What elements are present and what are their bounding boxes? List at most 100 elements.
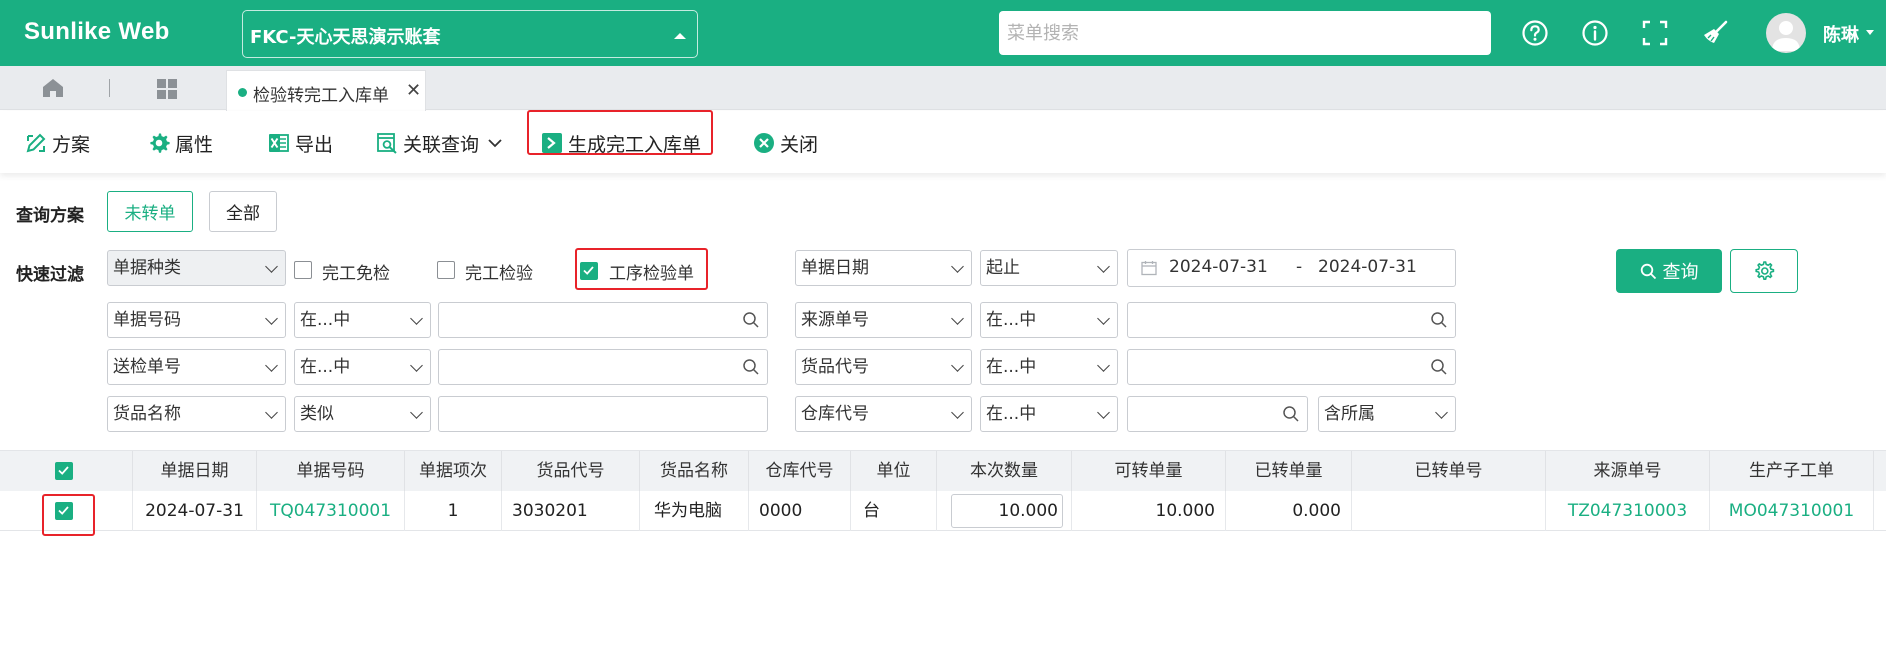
home-icon[interactable] bbox=[42, 78, 64, 98]
warehouse-code-input[interactable] bbox=[1127, 396, 1308, 432]
chevron-down-icon bbox=[1435, 406, 1448, 419]
filter-field-select[interactable]: 仓库代号 bbox=[795, 396, 972, 432]
search-icon[interactable] bbox=[1430, 311, 1448, 329]
column-header[interactable]: 已转单量 bbox=[1226, 451, 1352, 492]
help-icon[interactable] bbox=[1520, 18, 1550, 48]
date-mode-value: 起止 bbox=[986, 258, 1020, 278]
cell-doc-no-link[interactable]: TQ047310001 bbox=[257, 491, 405, 531]
fullscreen-icon[interactable] bbox=[1640, 18, 1670, 48]
highlight-box-process-inspection bbox=[575, 248, 708, 290]
column-header[interactable]: 单据日期 bbox=[133, 451, 257, 492]
filter-field-value: 送检单号 bbox=[113, 357, 181, 377]
qty-input[interactable]: 10.000 bbox=[951, 494, 1063, 528]
filter-operator-value: 在...中 bbox=[986, 404, 1037, 424]
highlight-box-generate bbox=[527, 110, 713, 155]
date-mode-select[interactable]: 起止 bbox=[980, 250, 1118, 286]
related-query-label: 关联查询 bbox=[403, 133, 480, 156]
column-header[interactable]: 仓库代号 bbox=[749, 451, 851, 492]
filter-field-value: 仓库代号 bbox=[801, 404, 869, 424]
search-icon[interactable] bbox=[742, 358, 760, 376]
app-logo[interactable]: Sunlike Web bbox=[24, 18, 170, 46]
filter-field-select[interactable]: 货品名称 bbox=[107, 396, 286, 432]
search-icon bbox=[1640, 263, 1656, 279]
column-header[interactable]: 货品名称 bbox=[640, 451, 749, 492]
product-code-input[interactable] bbox=[1127, 349, 1456, 385]
scheme-option-unconverted[interactable]: 未转单 bbox=[107, 191, 193, 232]
broom-icon[interactable] bbox=[1700, 18, 1730, 48]
filter-operator-select[interactable]: 类似 bbox=[294, 396, 431, 432]
chevron-down-icon bbox=[265, 312, 278, 325]
select-all-checkbox[interactable] bbox=[55, 462, 73, 480]
chevron-down-icon bbox=[1097, 406, 1110, 419]
filter-settings-button[interactable] bbox=[1730, 249, 1798, 293]
table-row[interactable]: 2024-07-31 TQ047310001 1 3030201 华为电脑 00… bbox=[0, 491, 1886, 531]
close-circle-icon bbox=[754, 133, 774, 153]
checkbox-completion-inspection[interactable] bbox=[437, 261, 455, 279]
scheme-option-all[interactable]: 全部 bbox=[209, 191, 277, 232]
cell-sub-order-link[interactable]: MO047310001 bbox=[1710, 491, 1874, 531]
query-button[interactable]: 查询 bbox=[1616, 249, 1722, 293]
check-icon bbox=[58, 466, 69, 475]
chevron-down-icon bbox=[410, 359, 423, 372]
user-avatar[interactable] bbox=[1766, 13, 1806, 53]
doc-no-input[interactable] bbox=[438, 302, 768, 338]
export-button[interactable]: 导出 bbox=[268, 129, 333, 157]
doc-type-select[interactable]: 单据种类 bbox=[107, 250, 286, 286]
date-range-picker[interactable]: 2024-07-31 - 2024-07-31 bbox=[1127, 249, 1456, 287]
active-dot-icon bbox=[238, 88, 247, 97]
inspection-no-input[interactable] bbox=[438, 349, 768, 385]
chevron-down-icon bbox=[951, 406, 964, 419]
gear-icon bbox=[1755, 261, 1775, 280]
column-header[interactable]: 可转单量 bbox=[1072, 451, 1226, 492]
filter-operator-value: 在...中 bbox=[986, 310, 1037, 330]
cell-source-no-link[interactable]: TZ047310003 bbox=[1546, 491, 1710, 531]
column-header[interactable]: 生产子工单 bbox=[1710, 451, 1874, 492]
column-header[interactable]: 单据号码 bbox=[257, 451, 405, 492]
column-header[interactable]: 单据项次 bbox=[405, 451, 502, 492]
column-header[interactable]: 货品代号 bbox=[502, 451, 640, 492]
chevron-down-icon bbox=[951, 359, 964, 372]
menu-search-input[interactable] bbox=[999, 11, 1491, 55]
tab-inspection-to-completion[interactable]: 检验转完工入库单 ✕ bbox=[226, 70, 426, 111]
user-name[interactable]: 陈琳 bbox=[1823, 21, 1859, 47]
scheme-button[interactable]: 方案 bbox=[25, 129, 90, 157]
date-from: 2024-07-31 bbox=[1169, 257, 1268, 277]
filter-operator-select[interactable]: 在...中 bbox=[294, 349, 431, 385]
product-name-input[interactable] bbox=[438, 396, 768, 432]
date-field-select[interactable]: 单据日期 bbox=[795, 250, 972, 286]
properties-button[interactable]: 属性 bbox=[148, 129, 213, 157]
include-subordinate-select[interactable]: 含所属 bbox=[1318, 396, 1456, 432]
checkbox-completion-exempt[interactable] bbox=[294, 261, 312, 279]
user-icon bbox=[1772, 21, 1800, 51]
filter-field-select[interactable]: 来源单号 bbox=[795, 302, 972, 338]
close-icon[interactable]: ✕ bbox=[406, 80, 421, 101]
caret-down-icon[interactable] bbox=[1866, 30, 1874, 35]
source-no-input[interactable] bbox=[1127, 302, 1456, 338]
filter-operator-select[interactable]: 在...中 bbox=[980, 302, 1118, 338]
properties-label: 属性 bbox=[175, 133, 214, 156]
account-selector[interactable]: FKC-天心天思演示账套 bbox=[242, 10, 698, 58]
filter-operator-select[interactable]: 在...中 bbox=[980, 349, 1118, 385]
filter-operator-value: 在...中 bbox=[986, 357, 1037, 377]
related-query-button[interactable]: 关联查询 bbox=[376, 129, 503, 157]
filter-field-select[interactable]: 单据号码 bbox=[107, 302, 286, 338]
column-header[interactable]: 本次数量 bbox=[937, 451, 1072, 492]
filter-operator-select[interactable]: 在...中 bbox=[980, 396, 1118, 432]
info-icon[interactable] bbox=[1580, 18, 1610, 48]
grid-icon[interactable] bbox=[156, 78, 178, 100]
caret-up-icon bbox=[674, 33, 686, 39]
filter-field-select[interactable]: 货品代号 bbox=[795, 349, 972, 385]
filter-operator-value: 在...中 bbox=[300, 357, 351, 377]
tab-bar: 检验转完工入库单 ✕ bbox=[0, 66, 1886, 111]
search-icon[interactable] bbox=[1282, 405, 1300, 423]
search-icon[interactable] bbox=[1430, 358, 1448, 376]
include-subordinate-value: 含所属 bbox=[1324, 404, 1375, 424]
filter-field-select[interactable]: 送检单号 bbox=[107, 349, 286, 385]
filter-operator-select[interactable]: 在...中 bbox=[294, 302, 431, 338]
search-icon[interactable] bbox=[742, 311, 760, 329]
column-header[interactable]: 来源单号 bbox=[1546, 451, 1710, 492]
column-header[interactable]: 单位 bbox=[851, 451, 937, 492]
excel-icon bbox=[269, 134, 289, 152]
close-button[interactable]: 关闭 bbox=[753, 129, 818, 157]
column-header[interactable]: 已转单号 bbox=[1352, 451, 1546, 492]
